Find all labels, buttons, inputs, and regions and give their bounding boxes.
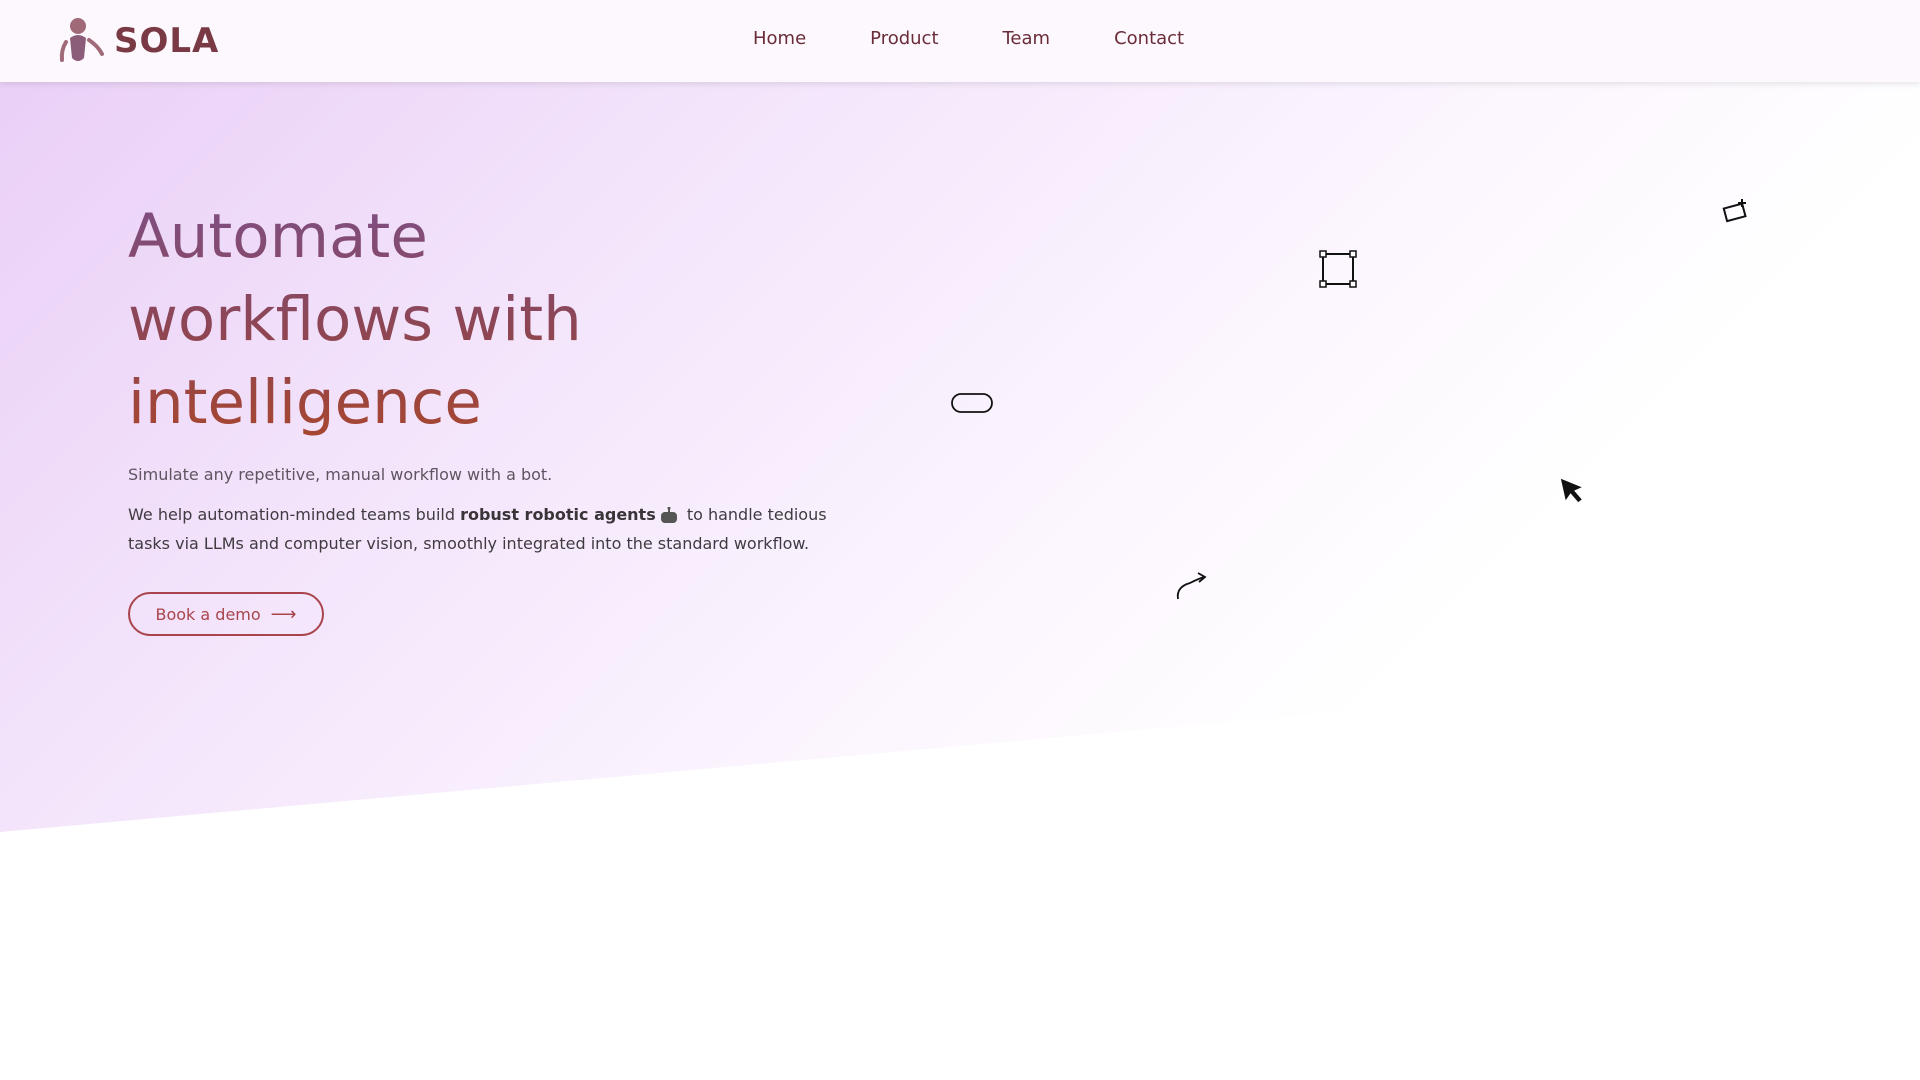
hero-subtitle: Simulate any repetitive, manual workflow… (128, 465, 553, 484)
pill-shape-icon (951, 392, 993, 419)
desc-text-before: We help automation-minded teams build (128, 505, 461, 524)
book-demo-button[interactable]: Book a demo ⟶ (128, 592, 324, 636)
pointer-cursor-icon (1560, 475, 1588, 510)
robot-figure-icon (58, 18, 106, 64)
nav-contact[interactable]: Contact (1114, 28, 1184, 49)
robot-emoji-icon (660, 505, 678, 531)
hero-title-line-2: workflows with (128, 284, 582, 355)
nav-team[interactable]: Team (1003, 28, 1051, 49)
selection-frame-icon (1319, 250, 1357, 293)
hero-title: Automate workflows with intelligence (128, 195, 828, 444)
nav-product[interactable]: Product (870, 28, 938, 49)
brand-name: SOLA (114, 21, 220, 61)
desc-bold-text: robust robotic agents (460, 505, 656, 524)
hero-description: We help automation-minded teams build ro… (128, 502, 848, 557)
main-nav: Home Product Team Contact (753, 28, 1248, 49)
hero-title-line-1: Automate (128, 201, 428, 272)
nav-home[interactable]: Home (753, 28, 806, 49)
book-demo-label: Book a demo (155, 604, 261, 624)
site-header: SOLA Home Product Team Contact (0, 0, 1920, 82)
arrow-right-icon: ⟶ (270, 603, 297, 625)
sparkle-box-icon (1722, 197, 1750, 230)
brand-logo[interactable]: SOLA (58, 18, 219, 64)
hero-title-line-3: intelligence (128, 367, 482, 438)
curved-arrow-icon (1174, 571, 1208, 608)
